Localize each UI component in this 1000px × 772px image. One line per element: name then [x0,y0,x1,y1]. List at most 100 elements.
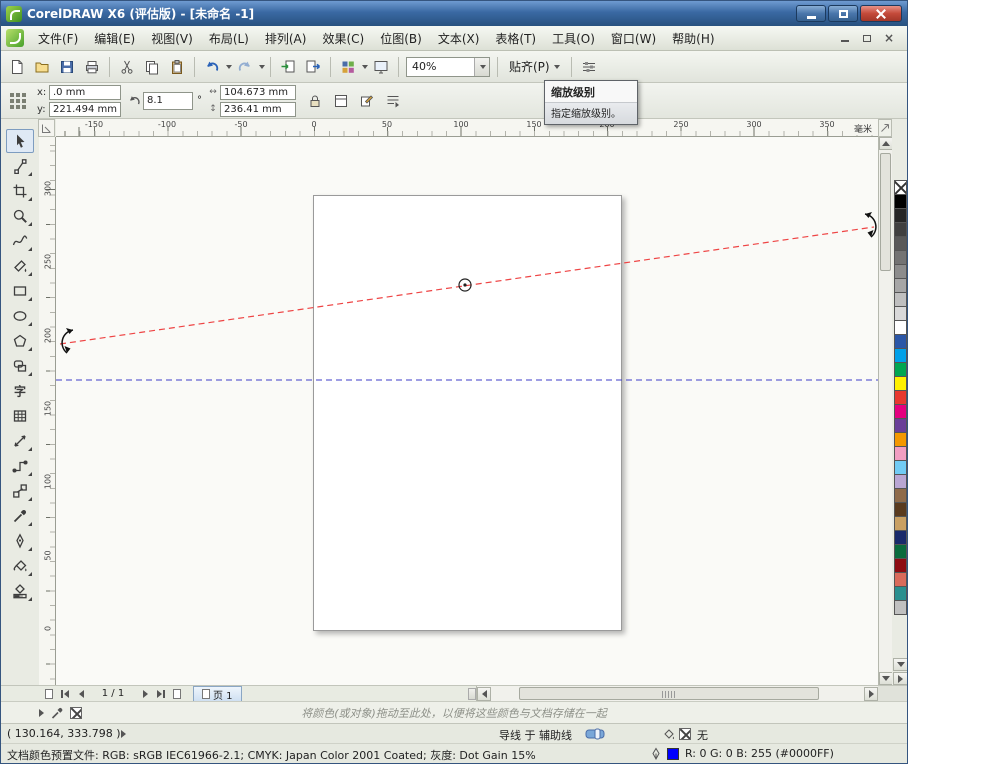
menu-item-6[interactable]: 位图(B) [372,27,430,50]
maximize-button[interactable] [828,5,858,22]
palette-scroll-down-button[interactable] [893,658,908,671]
menu-item-3[interactable]: 布局(L) [201,27,257,50]
palette-swatch[interactable] [894,418,907,433]
page-tab[interactable]: 页 1 [193,686,242,701]
tool-shape[interactable] [6,154,34,178]
palette-swatch[interactable] [894,334,907,349]
welcome-screen-button[interactable] [369,55,393,79]
horizontal-scrollbar[interactable] [476,686,878,702]
palette-swatch[interactable] [894,502,907,517]
horizontal-scrollbar-thumb[interactable] [519,687,819,700]
menu-item-9[interactable]: 工具(O) [544,27,603,50]
tool-freehand[interactable] [6,229,34,253]
prop-button-2[interactable] [355,88,379,114]
next-page-button[interactable] [137,687,153,701]
tool-zoom[interactable] [6,204,34,228]
tool-table[interactable] [6,404,34,428]
paste-button[interactable] [165,55,189,79]
palette-swatch[interactable] [894,558,907,573]
palette-swatch[interactable] [894,404,907,419]
open-button[interactable] [30,55,54,79]
menu-item-4[interactable]: 排列(A) [257,27,315,50]
ruler-options-button[interactable] [878,119,892,137]
minimize-button[interactable] [796,5,826,22]
palette-swatch[interactable] [894,194,907,209]
cut-button[interactable] [115,55,139,79]
tool-eyedropper[interactable] [6,504,34,528]
tool-dimension[interactable] [6,429,34,453]
tool-basic-shapes[interactable] [6,354,34,378]
page-curl-button[interactable] [41,687,57,701]
palette-swatch[interactable] [894,600,907,615]
object-details-toggle-icon[interactable] [585,728,605,740]
zoom-level-dropdown-button[interactable] [474,58,489,76]
palette-flyout-button[interactable] [893,672,908,685]
palette-swatch[interactable] [894,376,907,391]
vertical-scrollbar[interactable] [878,137,892,685]
palette-swatch[interactable] [894,292,907,307]
object-origin-selector[interactable] [7,90,29,112]
palette-swatch[interactable] [894,348,907,363]
undo-button[interactable] [200,55,224,79]
ruler-origin-button[interactable] [38,119,55,137]
object-height-field[interactable]: 236.41 mm [220,102,296,117]
palette-swatch[interactable] [894,586,907,601]
previous-page-button[interactable] [73,687,89,701]
rotation-handle-left[interactable] [62,328,73,353]
palette-swatch[interactable] [894,390,907,405]
palette-swatch[interactable] [894,250,907,265]
palette-swatch[interactable] [894,362,907,377]
palette-swatch[interactable] [894,320,907,335]
doc-restore-button[interactable] [860,32,874,44]
snap-to-button[interactable]: 贴齐(P) [503,55,566,78]
prop-button-1[interactable] [329,88,353,114]
tool-pick[interactable] [6,129,34,153]
menu-item-5[interactable]: 效果(C) [314,27,372,50]
prop-button-3[interactable] [381,88,405,114]
zoom-level-combobox[interactable]: 40% [406,57,490,77]
menu-item-7[interactable]: 文本(X) [430,27,488,50]
menu-item-0[interactable]: 文件(F) [30,27,86,50]
scroll-down-button[interactable] [879,672,893,685]
palette-swatch[interactable] [894,208,907,223]
scrollbar-splitter[interactable] [468,688,476,700]
tool-polygon[interactable] [6,329,34,353]
vertical-scrollbar-thumb[interactable] [880,153,891,271]
import-button[interactable] [276,55,300,79]
palette-swatch[interactable] [894,432,907,447]
menu-item-1[interactable]: 编辑(E) [86,27,143,50]
rotation-handle-right[interactable] [865,212,876,237]
export-button[interactable] [301,55,325,79]
scroll-left-button[interactable] [477,687,491,701]
scroll-up-button[interactable] [879,137,893,150]
tool-blend[interactable] [6,479,34,503]
tool-outline-pen[interactable] [6,529,34,553]
tool-interactive-fill[interactable] [6,579,34,603]
palette-swatch[interactable] [894,222,907,237]
object-width-field[interactable]: 104.673 mm [220,85,296,100]
tool-ellipse[interactable] [6,304,34,328]
palette-swatch[interactable] [894,530,907,545]
palette-swatch[interactable] [894,544,907,559]
menu-item-10[interactable]: 窗口(W) [603,27,664,50]
palette-swatch[interactable] [894,236,907,251]
vertical-ruler[interactable]: 300250200150100500 [39,137,56,685]
new-document-button[interactable] [5,55,29,79]
palette-no-color-swatch[interactable] [894,180,907,195]
palette-swatch[interactable] [894,460,907,475]
print-button[interactable] [80,55,104,79]
x-position-field[interactable]: .0 mm [49,85,121,100]
application-launcher-button[interactable] [336,55,360,79]
y-position-field[interactable]: 221.494 mm [49,102,121,117]
options-button[interactable] [577,55,601,79]
tool-text[interactable]: 字 [6,379,34,403]
tool-fill[interactable] [6,554,34,578]
lock-ratio-button[interactable] [303,88,327,114]
menu-item-2[interactable]: 视图(V) [143,27,201,50]
palette-swatch[interactable] [894,306,907,321]
palette-swatch[interactable] [894,572,907,587]
palette-swatch[interactable] [894,278,907,293]
copy-button[interactable] [140,55,164,79]
statusbar-expand-icon[interactable] [121,730,126,738]
add-page-button[interactable] [169,687,185,701]
